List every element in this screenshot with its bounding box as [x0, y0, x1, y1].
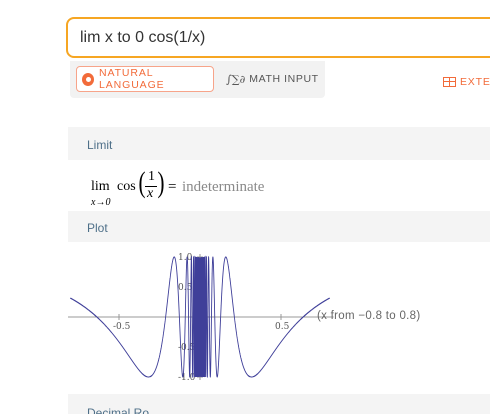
plot-range-caption: (x from −0.8 to 0.8) — [317, 310, 421, 322]
x-tick-label: -0.5 — [113, 322, 131, 332]
extended-keyboard-button[interactable]: EXTE — [443, 76, 490, 88]
limit-result: indeterminate — [182, 179, 265, 195]
plot-pod: -0.5 0.5 1.0 0.5 -0.5 -1.0 — [68, 242, 490, 394]
limit-pod: lim x→0 cos ( 1 x ) = indeterminate — [68, 160, 490, 211]
lim-subscript: x→0 — [91, 197, 111, 208]
close-paren: ) — [157, 166, 165, 199]
pod-title-plot: Plot — [87, 221, 108, 235]
lim-symbol: lim — [91, 179, 110, 194]
gear-icon — [82, 72, 94, 86]
math-input-label: MATH INPUT — [249, 73, 319, 85]
math-input-button[interactable]: ∫∑∂ MATH INPUT — [226, 66, 319, 92]
search-input[interactable] — [80, 19, 490, 56]
y-tick-label: 1.0 — [178, 253, 193, 263]
pod-title-decimal: Decimal Ro... — [87, 406, 160, 414]
natural-language-button[interactable]: NATURAL LANGUAGE — [76, 66, 214, 92]
results-panel: Limit lim x→0 cos ( 1 x ) = indeterminat… — [68, 127, 490, 414]
natural-language-label: NATURAL LANGUAGE — [99, 67, 165, 91]
input-mode-bar: NATURAL LANGUAGE ∫∑∂ MATH INPUT — [70, 61, 325, 98]
fraction-denominator: x — [147, 186, 154, 201]
open-paren: ( — [138, 166, 146, 199]
math-symbols-icon: ∫∑∂ — [226, 72, 246, 86]
pod-title-limit: Limit — [87, 138, 113, 152]
extended-label: EXTE — [460, 76, 490, 88]
search-box[interactable] — [66, 17, 490, 58]
cos-function: cos — [117, 179, 136, 194]
y-tick-label: 0.5 — [178, 283, 193, 293]
equals-sign: = — [168, 179, 177, 195]
x-tick-label: 0.5 — [275, 322, 290, 332]
function-plot: -0.5 0.51.00.5-0.5-1.0 — [68, 253, 334, 383]
keyboard-icon — [443, 77, 456, 87]
fraction-numerator: 1 — [148, 169, 155, 184]
